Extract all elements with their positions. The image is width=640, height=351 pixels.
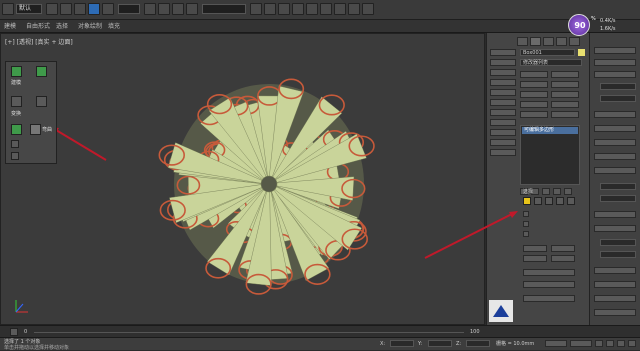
timeline-track[interactable] [34, 332, 464, 333]
coord-x-label: X: [380, 341, 386, 347]
coord-z-label: Z: [456, 341, 462, 347]
timeline[interactable]: 0 100 [0, 325, 640, 337]
status-hint: 单击并拖动以选择并移动对象 [4, 345, 70, 351]
orbit-icon[interactable] [628, 340, 636, 347]
frame-end: 100 [470, 329, 480, 335]
annotation-arrow-right-head [509, 211, 518, 218]
time-slider-thumb[interactable] [10, 328, 18, 336]
coord-y-field[interactable] [428, 340, 452, 347]
coord-x-field[interactable] [390, 340, 414, 347]
annotation-arrow-right [424, 213, 513, 259]
grid-size: 栅格 = 10.0mm [496, 341, 535, 347]
coord-z-field[interactable] [466, 340, 490, 347]
zoom-extents-icon[interactable] [617, 340, 625, 347]
frame-start: 0 [24, 329, 28, 335]
coord-y-label: Y: [418, 341, 423, 347]
play-button[interactable] [595, 340, 603, 347]
next-frame-button[interactable] [606, 340, 614, 347]
set-key-button[interactable] [570, 340, 592, 347]
status-bar: 选择了 1 个对象 单击并拖动以选择并移动对象 X: Y: Z: 栅格 = 10… [0, 337, 640, 351]
auto-key-button[interactable] [545, 340, 567, 347]
annotation-layer [424, 211, 518, 259]
